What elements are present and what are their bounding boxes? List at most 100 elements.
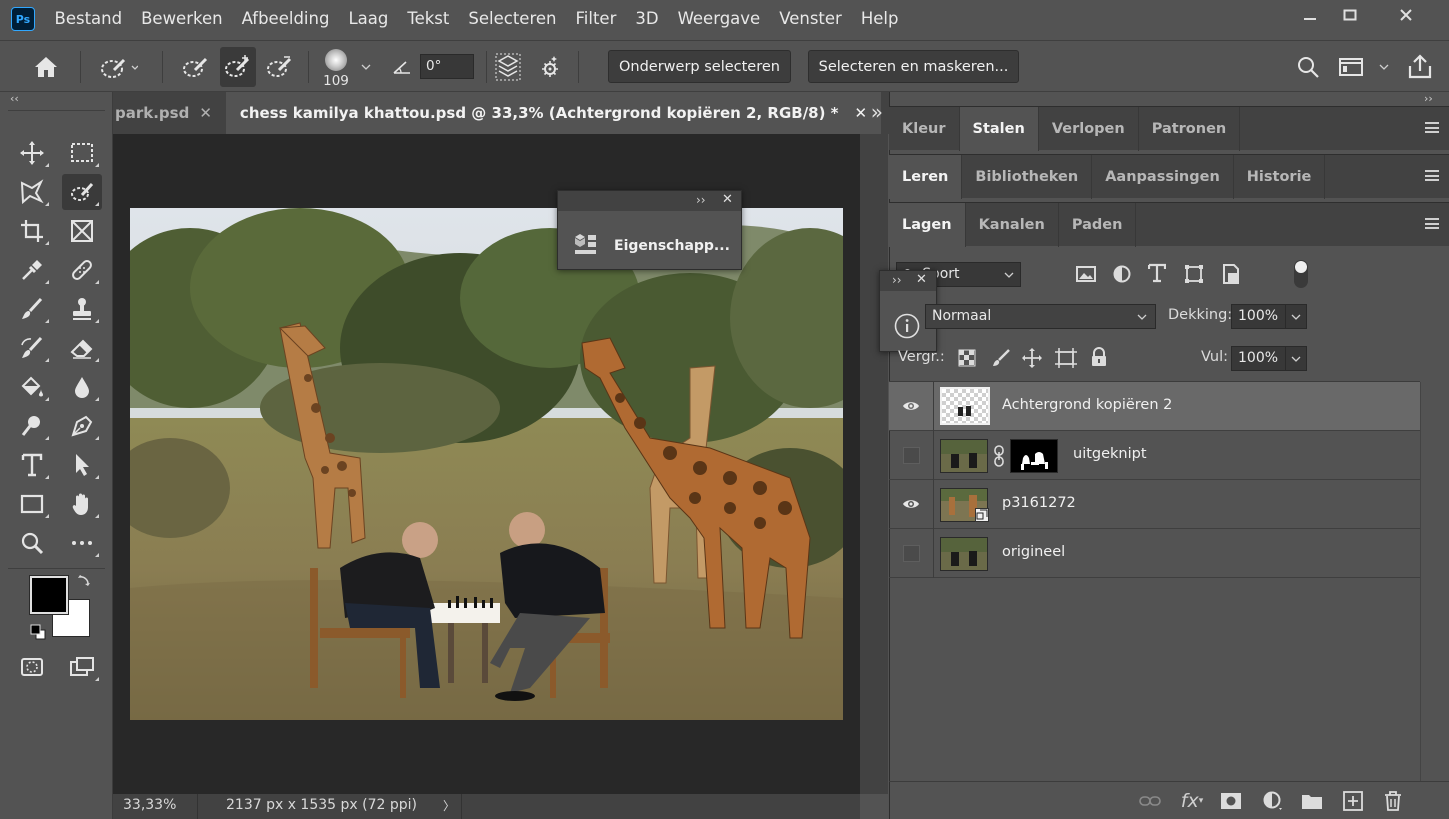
doc-tab-chess[interactable]: chess kamilya khattou.psd @ 33,3% (Achte…: [225, 92, 882, 134]
layer-row-achtergrond-kopieren-2[interactable]: Achtergrond kopiëren 2: [889, 382, 1420, 431]
close-panel-icon[interactable]: ✕: [722, 192, 733, 207]
subtract-from-selection-brush-icon[interactable]: [262, 41, 298, 93]
layer-row-origineel[interactable]: origineel: [889, 529, 1420, 578]
tab-leren[interactable]: Leren: [889, 155, 963, 199]
floating-panel-header[interactable]: ›› ✕: [558, 191, 741, 211]
zoom-tool-icon[interactable]: [12, 525, 52, 561]
layer-mask-thumbnail[interactable]: [1010, 439, 1058, 473]
visibility-toggle-empty[interactable]: [903, 545, 920, 562]
spot-healing-tool-icon[interactable]: [62, 252, 102, 288]
panel-menu-icon[interactable]: [1425, 122, 1439, 133]
tab-kleur[interactable]: Kleur: [889, 107, 960, 151]
brush-size-chevron-icon[interactable]: [356, 41, 376, 93]
hand-tool-icon[interactable]: [62, 486, 102, 522]
layer-name[interactable]: Achtergrond kopiëren 2: [1002, 397, 1172, 413]
visibility-eye-icon[interactable]: [902, 397, 920, 415]
filter-adjustment-layers-icon[interactable]: [1113, 265, 1131, 287]
link-layers-icon[interactable]: [1139, 790, 1161, 812]
paint-bucket-tool-icon[interactable]: [12, 369, 52, 405]
select-and-mask-button[interactable]: Selecteren en maskeren...: [808, 50, 1019, 83]
filter-toggle-switch[interactable]: [1294, 260, 1308, 288]
close-panel-icon[interactable]: ✕: [916, 272, 927, 287]
frame-tool-icon[interactable]: [62, 213, 102, 249]
share-icon[interactable]: [1404, 41, 1436, 93]
marquee-tool-icon[interactable]: [62, 135, 102, 171]
path-selection-tool-icon[interactable]: [62, 447, 102, 483]
rectangle-tool-icon[interactable]: [12, 486, 52, 522]
eraser-tool-icon[interactable]: [62, 330, 102, 366]
layer-name[interactable]: p3161272: [1002, 495, 1076, 511]
filter-pixel-layers-icon[interactable]: [1076, 265, 1096, 287]
panel-menu-icon[interactable]: [1425, 218, 1439, 229]
layer-effects-icon[interactable]: fx ▾: [1181, 790, 1203, 812]
expand-panel-icon[interactable]: ››: [696, 193, 706, 207]
auto-enhance-icon[interactable]: [534, 41, 566, 93]
lasso-tool-icon[interactable]: [12, 174, 52, 210]
new-group-icon[interactable]: [1301, 790, 1323, 812]
sample-all-layers-icon[interactable]: [492, 41, 524, 93]
menu-filter[interactable]: Filter: [566, 0, 626, 38]
collapse-toolbar-icon[interactable]: ‹‹: [10, 92, 19, 105]
panel-menu-icon[interactable]: [1425, 170, 1439, 181]
opacity-input[interactable]: 100%: [1231, 304, 1286, 329]
move-tool-icon[interactable]: [12, 135, 52, 171]
menu-3d[interactable]: 3D: [626, 0, 668, 38]
expand-panel-icon[interactable]: ››: [892, 273, 902, 287]
tab-kanalen[interactable]: Kanalen: [966, 203, 1059, 247]
tab-bibliotheken[interactable]: Bibliotheken: [962, 155, 1093, 199]
expand-dock-icon[interactable]: ››: [1424, 92, 1433, 105]
workspace-chevron-icon[interactable]: [1374, 41, 1394, 93]
menu-tekst[interactable]: Tekst: [398, 0, 459, 38]
properties-panel-item[interactable]: Eigenschapp...: [572, 231, 730, 261]
layer-name[interactable]: uitgeknipt: [1073, 446, 1147, 462]
lock-all-icon[interactable]: [1090, 347, 1108, 371]
opacity-dropdown[interactable]: [1285, 304, 1307, 329]
menu-help[interactable]: Help: [851, 0, 908, 38]
filter-shape-layers-icon[interactable]: [1184, 264, 1204, 288]
crop-tool-icon[interactable]: [12, 213, 52, 249]
tab-paden[interactable]: Paden: [1059, 203, 1137, 247]
layer-name[interactable]: origineel: [1002, 544, 1065, 560]
tab-stalen[interactable]: Stalen: [959, 107, 1039, 151]
tab-verlopen[interactable]: Verlopen: [1039, 107, 1139, 151]
menu-weergave[interactable]: Weergave: [668, 0, 770, 38]
menu-venster[interactable]: Venster: [770, 0, 852, 38]
close-icon[interactable]: [1381, 0, 1431, 30]
menu-laag[interactable]: Laag: [339, 0, 398, 38]
fill-input[interactable]: 100%: [1231, 346, 1286, 371]
tab-historie[interactable]: Historie: [1234, 155, 1326, 199]
filter-type-layers-icon[interactable]: [1147, 263, 1167, 287]
more-tools-icon[interactable]: [62, 525, 102, 561]
quick-selection-preset-icon[interactable]: [88, 41, 148, 93]
type-tool-icon[interactable]: [12, 447, 52, 483]
workspace-icon[interactable]: [1336, 41, 1366, 93]
info-icon[interactable]: [894, 313, 920, 343]
mask-link-icon[interactable]: [993, 445, 1005, 471]
tab-close-icon[interactable]: ✕: [199, 104, 212, 122]
dodge-tool-icon[interactable]: [12, 408, 52, 444]
search-icon[interactable]: [1294, 41, 1322, 93]
eyedropper-tool-icon[interactable]: [12, 252, 52, 288]
blur-tool-icon[interactable]: [62, 369, 102, 405]
brush-size-picker[interactable]: 109: [318, 41, 354, 93]
layer-row-p3161272[interactable]: p3161272: [889, 480, 1420, 529]
angle-input[interactable]: 0°: [420, 54, 474, 79]
layers-scrollbar[interactable]: [1420, 382, 1449, 782]
clone-stamp-tool-icon[interactable]: [62, 291, 102, 327]
maximize-icon[interactable]: [1325, 0, 1375, 30]
foreground-color-swatch[interactable]: [29, 575, 69, 615]
brush-tool-icon[interactable]: [12, 291, 52, 327]
quick-mask-icon[interactable]: [12, 649, 52, 685]
canvas-vertical-scrollbar[interactable]: [860, 134, 888, 794]
add-mask-icon[interactable]: [1220, 790, 1242, 812]
new-adjustment-layer-icon[interactable]: [1262, 790, 1284, 812]
add-to-selection-brush-icon[interactable]: [220, 47, 256, 87]
fill-dropdown[interactable]: [1285, 346, 1307, 371]
tab-overflow-icon[interactable]: »: [871, 100, 883, 124]
tab-close-icon[interactable]: ✕: [855, 104, 868, 122]
menu-afbeelding[interactable]: Afbeelding: [232, 0, 339, 38]
history-brush-tool-icon[interactable]: [12, 330, 52, 366]
document-image[interactable]: [130, 208, 843, 720]
blend-mode-dropdown[interactable]: Normaal: [925, 304, 1156, 329]
lock-position-icon[interactable]: [1022, 348, 1042, 372]
